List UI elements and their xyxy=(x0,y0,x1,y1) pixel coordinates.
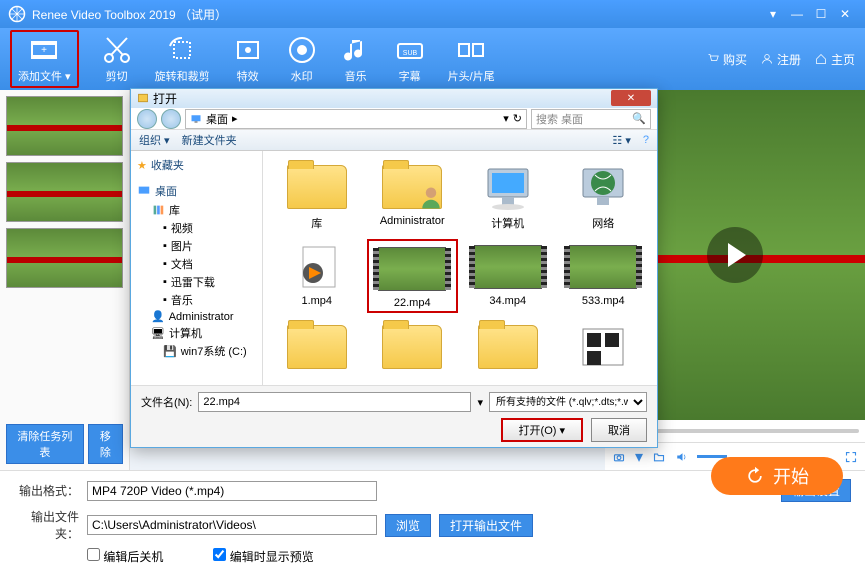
rotate-crop-button[interactable]: 旋转和裁剪 xyxy=(155,34,210,84)
browse-button[interactable]: 浏览 xyxy=(385,514,431,537)
filename-input[interactable] xyxy=(198,392,471,412)
subtitle-button[interactable]: SUB 字幕 xyxy=(394,34,426,84)
breadcrumb-dropdown-icon[interactable]: ▾ xyxy=(503,112,509,125)
scissors-icon xyxy=(101,34,133,66)
search-input[interactable]: 搜索 桌面 🔍 xyxy=(531,109,651,129)
tree-computer[interactable]: 🖥计算机 xyxy=(133,324,260,342)
file-item[interactable] xyxy=(367,319,459,377)
file-item[interactable] xyxy=(558,319,650,377)
film-add-icon: + xyxy=(28,34,60,66)
dialog-icon xyxy=(137,92,149,104)
breadcrumb[interactable]: 桌面 ▸ ▾ ↻ xyxy=(185,109,527,129)
open-output-folder-button[interactable]: 打开输出文件 xyxy=(439,514,533,537)
filename-label: 文件名(N): xyxy=(141,394,192,410)
home-button[interactable]: 主页 xyxy=(815,51,855,68)
file-item[interactable] xyxy=(462,319,554,377)
open-file-dialog: 打开 ✕ 桌面 ▸ ▾ ↻ 搜索 桌面 🔍 组织 ▾ 新建文件夹 ☷ ▾ ? ★… xyxy=(130,88,658,448)
titlebar: Renee Video Toolbox 2019 （试用） ▾ — ☐ ✕ xyxy=(0,0,865,28)
effects-icon xyxy=(232,34,264,66)
view-options-button[interactable]: ☷ ▾ xyxy=(612,134,630,147)
cancel-button[interactable]: 取消 xyxy=(591,418,647,442)
rotate-crop-icon xyxy=(166,34,198,66)
tree-pictures[interactable]: ▪图片 xyxy=(133,237,260,255)
file-item[interactable]: 网络 xyxy=(558,159,650,233)
app-title: Renee Video Toolbox 2019 （试用） xyxy=(32,6,227,23)
cut-button[interactable]: 剪切 xyxy=(101,34,133,84)
desktop-icon xyxy=(190,113,202,125)
search-icon: 🔍 xyxy=(632,112,646,125)
camera-icon[interactable] xyxy=(613,451,625,463)
folder-tree: ★收藏夹 桌面 库 ▪视频 ▪图片 ▪文档 ▪迅雷下载 ▪音乐 👤Adminis… xyxy=(131,151,263,385)
refresh-icon xyxy=(745,466,765,486)
watermark-button[interactable]: 水印 xyxy=(286,34,318,84)
subtitle-icon: SUB xyxy=(394,34,426,66)
video-thumbnail[interactable] xyxy=(6,228,123,288)
open-button[interactable]: 打开(O) ▾ xyxy=(501,418,583,442)
tree-library[interactable]: 库 xyxy=(133,201,260,219)
buy-button[interactable]: 购买 xyxy=(707,51,747,68)
svg-text:+: + xyxy=(41,45,47,56)
close-button[interactable]: ✕ xyxy=(833,4,857,24)
dropdown-icon[interactable]: ▾ xyxy=(761,4,785,24)
remove-button[interactable]: 移除 xyxy=(88,424,123,464)
watermark-icon xyxy=(286,34,318,66)
intro-outro-button[interactable]: 片头/片尾 xyxy=(448,34,495,84)
video-thumbnail[interactable] xyxy=(6,96,123,156)
tree-win7[interactable]: 💾win7系统 (C:) xyxy=(133,342,260,360)
dialog-title: 打开 xyxy=(153,90,177,107)
intro-outro-icon xyxy=(455,34,487,66)
folder-icon[interactable] xyxy=(653,451,665,463)
folder-label: 输出文件夹： xyxy=(14,508,79,542)
minimize-button[interactable]: — xyxy=(785,4,809,24)
file-item-selected[interactable]: 22.mp4 xyxy=(367,239,459,313)
file-grid: 库 Administrator 计算机 网络 1.mp4 22.mp4 34.m… xyxy=(263,151,657,385)
effects-button[interactable]: 特效 xyxy=(232,34,264,84)
user-icon xyxy=(761,53,773,65)
new-folder-button[interactable]: 新建文件夹 xyxy=(182,132,237,148)
music-icon xyxy=(340,34,372,66)
music-button[interactable]: 音乐 xyxy=(340,34,372,84)
tree-desktop[interactable]: 桌面 xyxy=(133,181,260,201)
start-button[interactable]: 开始 xyxy=(711,457,843,495)
format-combo[interactable] xyxy=(87,481,377,501)
video-thumbnail[interactable] xyxy=(6,162,123,222)
file-item[interactable]: 库 xyxy=(271,159,363,233)
help-button[interactable]: ? xyxy=(643,134,649,146)
file-item[interactable]: 533.mp4 xyxy=(558,239,650,313)
volume-icon[interactable] xyxy=(675,451,687,463)
output-folder-input[interactable] xyxy=(87,515,377,535)
home-icon xyxy=(815,53,827,65)
nav-forward-button[interactable] xyxy=(161,109,181,129)
refresh-icon[interactable]: ↻ xyxy=(513,112,522,125)
tree-videos[interactable]: ▪视频 xyxy=(133,219,260,237)
preview-checkbox[interactable]: 编辑时显示预览 xyxy=(213,548,313,565)
tree-music[interactable]: ▪音乐 xyxy=(133,291,260,309)
filetype-filter[interactable]: 所有支持的文件 (*.qlv;*.dts;*.w xyxy=(489,392,647,412)
nav-back-button[interactable] xyxy=(137,109,157,129)
file-item[interactable]: 34.mp4 xyxy=(462,239,554,313)
shutdown-checkbox[interactable]: 编辑后关机 xyxy=(87,548,163,565)
cart-icon xyxy=(707,53,719,65)
tree-favorites[interactable]: ★收藏夹 xyxy=(133,155,260,175)
svg-text:SUB: SUB xyxy=(402,50,417,57)
thumbnail-panel: 清除任务列表 移除 xyxy=(0,90,130,470)
file-item[interactable]: Administrator xyxy=(367,159,459,233)
fullscreen-icon[interactable] xyxy=(845,451,857,463)
file-item[interactable]: 1.mp4 xyxy=(271,239,363,313)
format-label: 输出格式： xyxy=(14,482,79,499)
organize-menu[interactable]: 组织 ▾ xyxy=(139,132,170,148)
register-button[interactable]: 注册 xyxy=(761,51,801,68)
tree-downloads[interactable]: ▪迅雷下载 xyxy=(133,273,260,291)
toolbar: + 添加文件 ▾ 剪切 旋转和裁剪 特效 水印 音乐 SUB 字幕 片头/片尾 … xyxy=(0,28,865,90)
file-item[interactable] xyxy=(271,319,363,377)
clear-tasks-button[interactable]: 清除任务列表 xyxy=(6,424,84,464)
add-file-button[interactable]: + 添加文件 ▾ xyxy=(10,30,79,88)
play-button[interactable] xyxy=(707,227,763,283)
app-logo-icon xyxy=(8,5,26,23)
maximize-button[interactable]: ☐ xyxy=(809,4,833,24)
tree-admin[interactable]: 👤Administrator xyxy=(133,309,260,324)
file-item[interactable]: 计算机 xyxy=(462,159,554,233)
dialog-close-button[interactable]: ✕ xyxy=(611,90,651,106)
tree-documents[interactable]: ▪文档 xyxy=(133,255,260,273)
